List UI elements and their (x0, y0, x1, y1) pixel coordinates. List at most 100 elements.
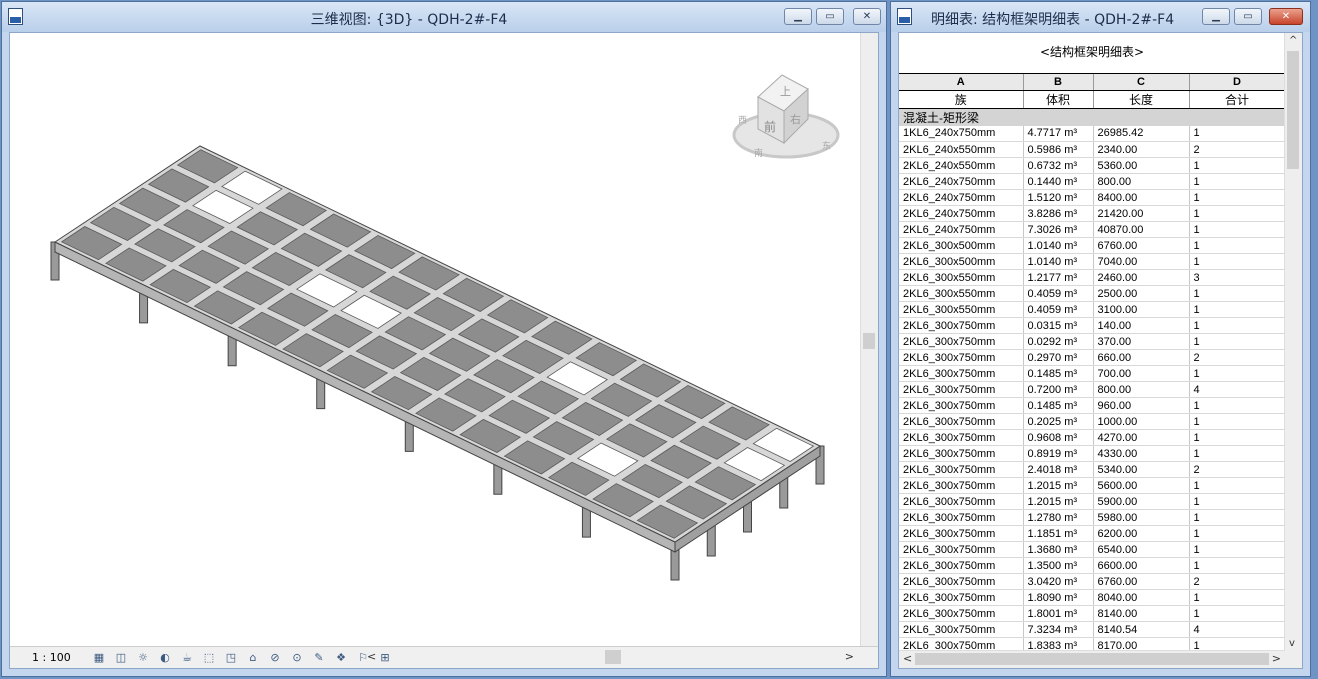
cell-count[interactable]: 1 (1189, 509, 1285, 526)
table-row[interactable]: 2KL6_300x750mm 1.1851 m³ 6200.00 1 (899, 525, 1285, 542)
table-row[interactable]: 2KL6_300x750mm 0.7200 m³ 800.00 4 (899, 381, 1285, 398)
scroll-right-icon[interactable]: > (1272, 652, 1281, 665)
cell-count[interactable]: 1 (1189, 173, 1285, 190)
table-row[interactable]: 2KL6_300x750mm 3.0420 m³ 6760.00 2 (899, 573, 1285, 590)
cell-count[interactable]: 1 (1189, 237, 1285, 254)
cell-volume[interactable]: 0.1440 m³ (1023, 173, 1094, 190)
cell-family[interactable]: 2KL6_240x550mm (899, 141, 1024, 158)
maximize-button[interactable]: ▭ (1234, 8, 1262, 25)
cell-count[interactable]: 4 (1189, 621, 1285, 638)
cell-family[interactable]: 2KL6_300x750mm (899, 413, 1024, 430)
cell-volume[interactable]: 0.2025 m³ (1023, 413, 1094, 430)
cell-length[interactable]: 800.00 (1093, 173, 1190, 190)
unlock-3d-icon[interactable]: ⌂ (244, 651, 262, 665)
schedule-horizontal-scrollbar[interactable]: < > (899, 650, 1285, 668)
cell-family[interactable]: 2KL6_300x750mm (899, 573, 1024, 590)
cell-count[interactable]: 1 (1189, 589, 1285, 606)
3d-horizontal-thumb[interactable] (605, 650, 621, 664)
cell-volume[interactable]: 0.0315 m³ (1023, 317, 1094, 334)
cell-volume[interactable]: 1.3500 m³ (1023, 557, 1094, 574)
cell-length[interactable]: 6760.00 (1093, 573, 1190, 590)
table-row[interactable]: 2KL6_300x550mm 0.4059 m³ 2500.00 1 (899, 285, 1285, 302)
cell-count[interactable]: 1 (1189, 253, 1285, 270)
table-row[interactable]: 2KL6_240x750mm 1.5120 m³ 8400.00 1 (899, 189, 1285, 206)
table-row[interactable]: 2KL6_300x750mm 1.2015 m³ 5900.00 1 (899, 493, 1285, 510)
cell-family[interactable]: 2KL6_300x750mm (899, 541, 1024, 558)
column-header-family[interactable]: 族 (899, 90, 1024, 109)
table-row[interactable]: 2KL6_300x550mm 0.4059 m³ 3100.00 1 (899, 301, 1285, 318)
detail-level-icon[interactable]: ▦ (90, 651, 108, 665)
resize-corner[interactable] (1285, 651, 1302, 668)
minimize-button[interactable]: ▁ (1202, 8, 1230, 25)
table-row[interactable]: 2KL6_300x750mm 1.8001 m³ 8140.00 1 (899, 605, 1285, 622)
table-row[interactable]: 2KL6_240x750mm 3.8286 m³ 21420.00 1 (899, 205, 1285, 222)
column-header-length[interactable]: 长度 (1093, 90, 1190, 109)
sun-path-icon[interactable]: ☼ (134, 651, 152, 665)
cell-family[interactable]: 1KL6_240x750mm (899, 125, 1024, 142)
cell-count[interactable]: 1 (1189, 493, 1285, 510)
cell-volume[interactable]: 1.0140 m³ (1023, 237, 1094, 254)
cell-family[interactable]: 2KL6_240x750mm (899, 221, 1024, 238)
viewcube-west-label[interactable]: 西 (738, 115, 747, 126)
cell-length[interactable]: 8400.00 (1093, 189, 1190, 206)
cell-family[interactable]: 2KL6_300x500mm (899, 237, 1024, 254)
table-row[interactable]: 2KL6_300x550mm 1.2177 m³ 2460.00 3 (899, 269, 1285, 286)
cell-volume[interactable]: 3.8286 m³ (1023, 205, 1094, 222)
table-row[interactable]: 2KL6_300x750mm 0.9608 m³ 4270.00 1 (899, 429, 1285, 446)
column-header-count[interactable]: 合计 (1189, 90, 1285, 109)
cell-volume[interactable]: 0.8919 m³ (1023, 445, 1094, 462)
cell-count[interactable]: 1 (1189, 285, 1285, 302)
cell-volume[interactable]: 1.8383 m³ (1023, 637, 1094, 651)
cell-length[interactable]: 8170.00 (1093, 637, 1190, 651)
table-row[interactable]: 2KL6_240x550mm 0.5986 m³ 2340.00 2 (899, 141, 1285, 158)
column-letter[interactable]: D (1189, 74, 1285, 91)
cell-count[interactable]: 1 (1189, 333, 1285, 350)
crop-view-icon[interactable]: ⬚ (200, 651, 218, 665)
cell-count[interactable]: 1 (1189, 429, 1285, 446)
cell-volume[interactable]: 0.4059 m³ (1023, 301, 1094, 318)
cell-count[interactable]: 1 (1189, 221, 1285, 238)
cell-count[interactable]: 4 (1189, 381, 1285, 398)
table-row[interactable]: 2KL6_300x750mm 0.1485 m³ 700.00 1 (899, 365, 1285, 382)
cell-family[interactable]: 2KL6_240x750mm (899, 173, 1024, 190)
cell-length[interactable]: 7040.00 (1093, 253, 1190, 270)
cell-volume[interactable]: 1.8090 m³ (1023, 589, 1094, 606)
cell-family[interactable]: 2KL6_300x550mm (899, 301, 1024, 318)
cell-length[interactable]: 1000.00 (1093, 413, 1190, 430)
scroll-right-icon[interactable]: > (845, 650, 854, 663)
table-row[interactable]: 2KL6_300x750mm 7.3234 m³ 8140.54 4 (899, 621, 1285, 638)
cell-length[interactable]: 2460.00 (1093, 269, 1190, 286)
schedule-titlebar[interactable]: 明细表: 结构框架明细表 - QDH-2#-F4 ▁ ▭ ✕ (891, 2, 1310, 32)
cell-family[interactable]: 2KL6_240x750mm (899, 205, 1024, 222)
cell-volume[interactable]: 1.2177 m³ (1023, 269, 1094, 286)
cell-length[interactable]: 6760.00 (1093, 237, 1190, 254)
cell-volume[interactable]: 0.6732 m³ (1023, 157, 1094, 174)
table-row[interactable]: 2KL6_300x750mm 1.3500 m³ 6600.00 1 (899, 557, 1285, 574)
table-row[interactable]: 2KL6_300x750mm 0.1485 m³ 960.00 1 (899, 397, 1285, 414)
schedule-horizontal-thumb[interactable] (915, 653, 1269, 665)
table-row[interactable]: 2KL6_300x750mm 1.2015 m³ 5600.00 1 (899, 477, 1285, 494)
cell-length[interactable]: 5360.00 (1093, 157, 1190, 174)
cell-length[interactable]: 5900.00 (1093, 493, 1190, 510)
design-options-icon[interactable]: ⊞ (376, 651, 394, 665)
cell-family[interactable]: 2KL6_300x750mm (899, 429, 1024, 446)
cell-volume[interactable]: 0.4059 m³ (1023, 285, 1094, 302)
table-row[interactable]: 2KL6_300x750mm 1.2780 m³ 5980.00 1 (899, 509, 1285, 526)
cell-length[interactable]: 5980.00 (1093, 509, 1190, 526)
cell-family[interactable]: 2KL6_240x550mm (899, 157, 1024, 174)
cell-volume[interactable]: 0.1485 m³ (1023, 365, 1094, 382)
cell-length[interactable]: 6540.00 (1093, 541, 1190, 558)
viewcube-top-label[interactable]: 上 (780, 85, 791, 98)
cell-count[interactable]: 1 (1189, 605, 1285, 622)
scroll-down-icon[interactable]: v (1289, 638, 1295, 649)
cell-length[interactable]: 5340.00 (1093, 461, 1190, 478)
cell-family[interactable]: 2KL6_300x500mm (899, 253, 1024, 270)
viewcube-front-label[interactable]: 前 (764, 119, 776, 134)
cell-volume[interactable]: 1.2015 m³ (1023, 477, 1094, 494)
cell-length[interactable]: 4330.00 (1093, 445, 1190, 462)
reveal-hidden-icon[interactable]: ⊙ (288, 651, 306, 665)
cell-volume[interactable]: 1.2015 m³ (1023, 493, 1094, 510)
cell-family[interactable]: 2KL6_300x750mm (899, 477, 1024, 494)
table-row[interactable]: 2KL6_240x550mm 0.6732 m³ 5360.00 1 (899, 157, 1285, 174)
3d-canvas[interactable]: 上 前 右 西 南 东 (10, 33, 861, 646)
